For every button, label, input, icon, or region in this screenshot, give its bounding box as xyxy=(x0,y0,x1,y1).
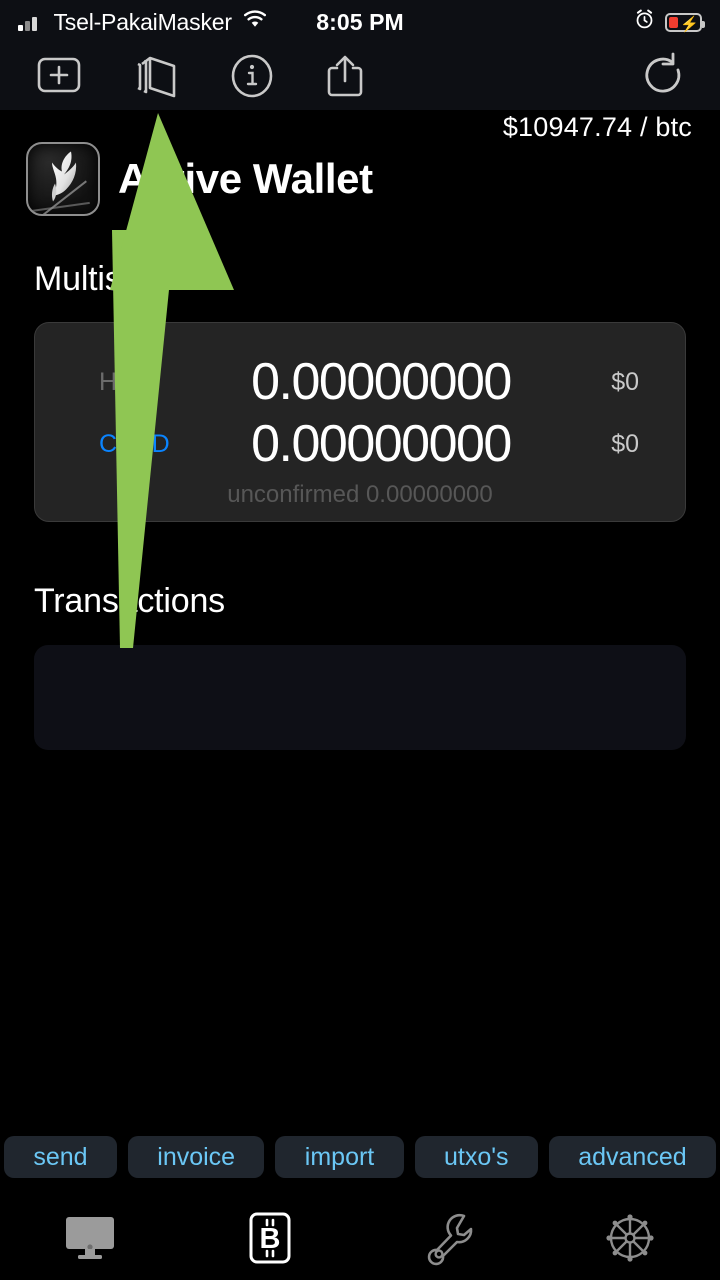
gear-icon xyxy=(602,1210,658,1271)
hot-fiat: $0 xyxy=(611,367,639,396)
hot-label: HOT xyxy=(99,367,153,396)
status-bar: Tsel-PakaiMasker 8:05 PM ⚡ xyxy=(0,0,720,44)
refresh-icon xyxy=(642,52,690,107)
balance-row-hot[interactable]: HOT 0.00000000 $0 xyxy=(35,351,685,413)
refresh-button[interactable] xyxy=(642,52,690,107)
app-toolbar xyxy=(0,44,720,110)
wrench-icon xyxy=(422,1210,478,1271)
alarm-clock-icon xyxy=(634,9,655,35)
send-button[interactable]: send xyxy=(4,1136,117,1178)
status-bar-left: Tsel-PakaiMasker xyxy=(18,9,268,36)
tab-bitcoin[interactable]: B xyxy=(180,1211,360,1270)
layers-icon xyxy=(130,52,182,107)
bottom-tab-bar: B xyxy=(0,1200,720,1280)
import-button[interactable]: import xyxy=(275,1136,404,1178)
advanced-button[interactable]: advanced xyxy=(548,1136,716,1178)
phone-screen: Tsel-PakaiMasker 8:05 PM ⚡ $10947.74 / b… xyxy=(0,0,720,1280)
monitor-icon xyxy=(62,1214,118,1267)
btc-price: $10947.74 / btc xyxy=(502,112,692,142)
info-circle-icon xyxy=(228,52,276,105)
cold-label: COLD xyxy=(99,429,171,458)
tab-monitor[interactable] xyxy=(0,1214,180,1267)
page-title: Active Wallet xyxy=(118,155,373,202)
hot-amount: 0.00000000 xyxy=(251,353,512,411)
cold-fiat: $0 xyxy=(611,429,639,458)
share-button[interactable] xyxy=(322,52,368,107)
action-button-row: send invoice import utxo's advanced xyxy=(0,1136,720,1178)
bitcoin-card-icon: B xyxy=(248,1211,292,1270)
transactions-section-title: Transactions xyxy=(34,582,225,620)
cellular-signal-icon xyxy=(18,14,44,31)
wallet-header: Active Wallet xyxy=(26,142,373,216)
tab-tools[interactable] xyxy=(360,1210,540,1271)
cold-amount: 0.00000000 xyxy=(251,415,512,473)
add-wallet-button[interactable] xyxy=(36,52,82,103)
status-bar-right: ⚡ xyxy=(634,9,705,35)
balance-card[interactable]: HOT 0.00000000 $0 COLD 0.00000000 $0 unc… xyxy=(34,322,686,522)
unconfirmed-balance: unconfirmed 0.00000000 xyxy=(227,481,493,508)
wifi-icon xyxy=(242,10,268,34)
battery-charging-low-icon: ⚡ xyxy=(665,12,705,33)
app-logo-icon xyxy=(26,142,100,216)
multisig-section-title: Multisig xyxy=(34,260,148,298)
transactions-list-panel[interactable] xyxy=(34,645,686,750)
layers-button[interactable] xyxy=(130,52,182,107)
clock-time: 8:05 PM xyxy=(316,8,404,35)
add-square-icon xyxy=(36,52,82,103)
share-upload-icon xyxy=(322,52,368,107)
invoice-button[interactable]: invoice xyxy=(127,1136,265,1178)
carrier-name: Tsel-PakaiMasker xyxy=(53,8,232,35)
balance-row-cold[interactable]: COLD 0.00000000 $0 xyxy=(35,413,685,475)
svg-text:B: B xyxy=(260,1223,281,1255)
utxos-button[interactable]: utxo's xyxy=(414,1136,538,1178)
tab-settings[interactable] xyxy=(540,1210,720,1271)
info-button[interactable] xyxy=(228,52,276,105)
